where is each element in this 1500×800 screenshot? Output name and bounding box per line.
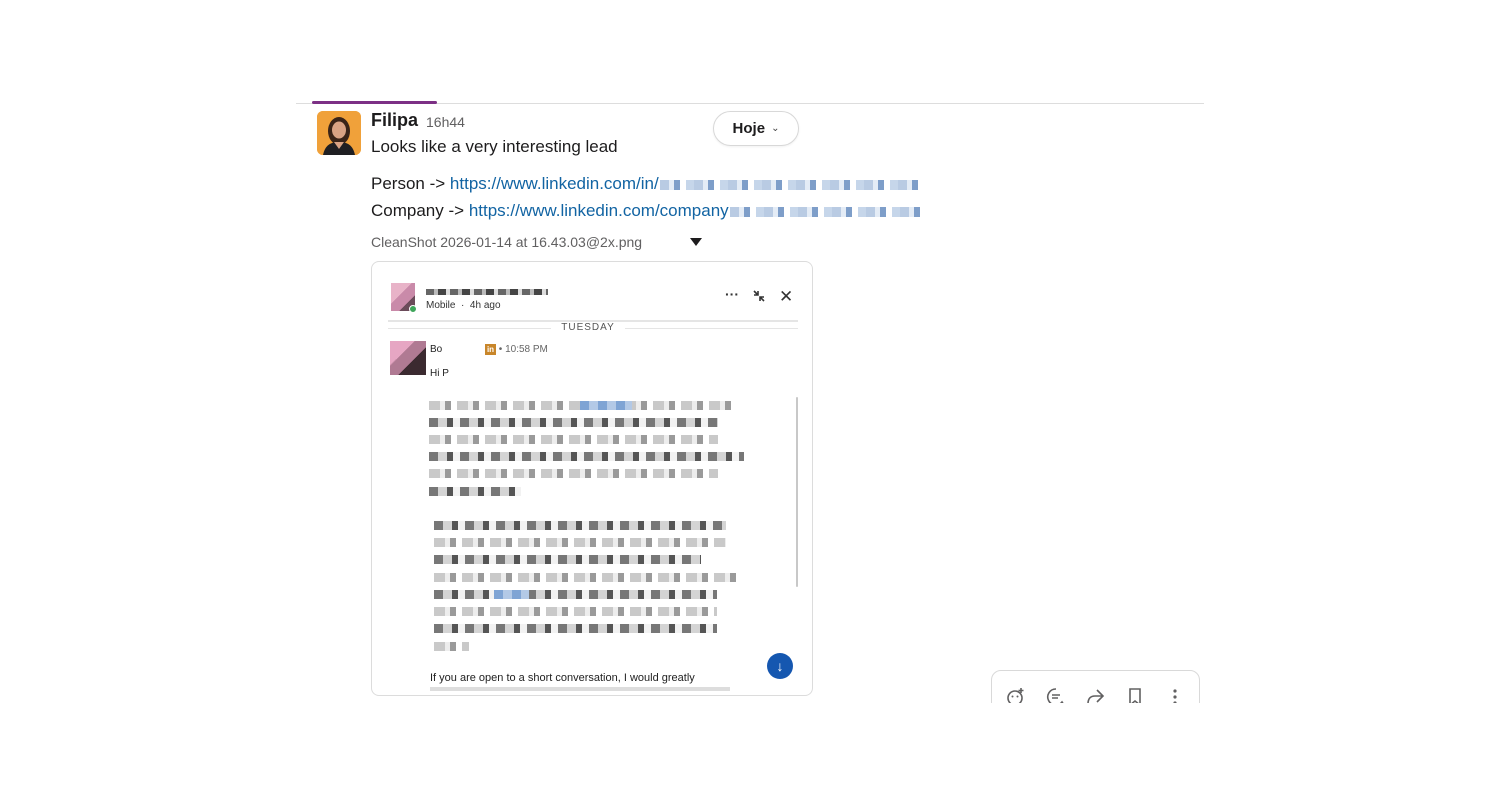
pixelated-text [434, 555, 701, 564]
forward-icon[interactable] [1082, 684, 1108, 703]
date-label: Hoje [732, 120, 766, 137]
pixelated-text [434, 538, 726, 547]
preview-sender-avatar [390, 341, 426, 375]
person-line: Person -> https://www.linkedin.com/in/ [371, 174, 918, 194]
close-icon: ✕ [779, 287, 794, 306]
minimize-icon [752, 289, 766, 306]
preview-scrollbar [796, 397, 798, 587]
chevron-down-icon: ⌄ [771, 123, 780, 134]
pixelated-text [434, 624, 717, 633]
linkedin-icon: in [485, 344, 497, 355]
pixelated-text [434, 642, 469, 651]
add-reaction-icon[interactable] [1003, 684, 1029, 703]
person-label: Person -> [371, 174, 446, 193]
message-actions-toolbar [991, 670, 1200, 703]
company-label: Company -> [371, 201, 465, 220]
reply-thread-icon[interactable] [1043, 684, 1069, 703]
pixelated-text [434, 607, 717, 616]
preview-contact-name [426, 289, 548, 295]
collapse-caret-icon[interactable] [690, 238, 702, 246]
pixelated-text [434, 590, 717, 599]
author-name[interactable]: Filipa [371, 110, 418, 131]
divider-accent [312, 101, 437, 104]
date-jump-button[interactable]: Hoje ⌄ [713, 111, 799, 146]
preview-greeting: Hi P [430, 368, 449, 379]
attachment-filename[interactable]: CleanShot 2026-01-14 at 16.43.03@2x.png [371, 234, 642, 250]
preview-visible-text: If you are open to a short conversation,… [430, 672, 695, 684]
preview-sender-line: Bo in • 10:58 PM [430, 344, 548, 356]
company-link[interactable]: https://www.linkedin.com/company [469, 201, 926, 220]
pixelated-text [429, 487, 521, 496]
pixelated-text [429, 452, 744, 461]
person-link[interactable]: https://www.linkedin.com/in/ [450, 174, 918, 193]
message-timestamp[interactable]: 16h44 [426, 114, 465, 130]
pixelated-text [430, 687, 730, 691]
pixelated-text [580, 401, 632, 410]
message-text: Looks like a very interesting lead [371, 137, 618, 156]
pixelated-text [429, 418, 718, 427]
attachment-preview[interactable]: Mobile · 4h ago ··· ✕ TUESDAY Bo in • 10… [371, 261, 813, 696]
more-actions-icon[interactable] [1162, 684, 1188, 703]
company-line: Company -> https://www.linkedin.com/comp… [371, 201, 926, 221]
pixelated-text [434, 573, 736, 582]
online-status-icon [409, 305, 417, 313]
scroll-down-icon: ↓ [767, 653, 793, 679]
more-icon: ··· [725, 286, 739, 302]
preview-subtitle: Mobile · 4h ago [426, 300, 501, 311]
avatar[interactable] [317, 111, 361, 155]
pixelated-text [429, 469, 718, 478]
pixelated-text [434, 521, 726, 530]
preview-day-separator: TUESDAY [372, 322, 804, 333]
bookmark-icon[interactable] [1122, 684, 1148, 703]
pixelated-text [429, 435, 718, 444]
pixelated-text [494, 590, 529, 599]
